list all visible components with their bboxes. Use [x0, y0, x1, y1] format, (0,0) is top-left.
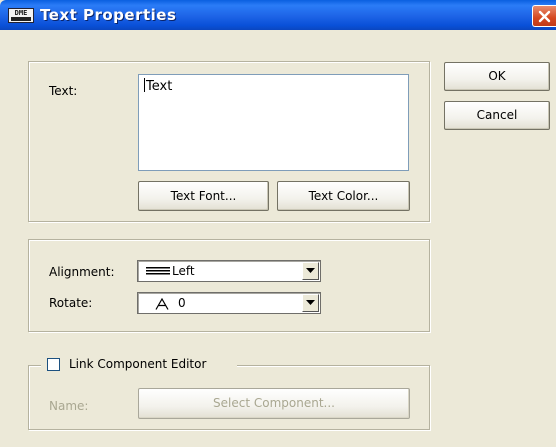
rotate-label: Rotate:	[49, 296, 93, 310]
text-font-button[interactable]: Text Font...	[138, 181, 269, 211]
ok-button[interactable]: OK	[444, 62, 550, 91]
alignment-select[interactable]: Left	[137, 260, 321, 282]
text-caret	[144, 78, 145, 92]
text-input[interactable]: Text	[138, 74, 409, 171]
close-icon	[538, 10, 551, 23]
app-icon-text: DME	[14, 9, 28, 17]
text-color-button-label: Text Color...	[308, 189, 379, 203]
chevron-down-icon	[306, 300, 315, 305]
align-left-icon	[146, 267, 170, 275]
ok-button-label: OK	[488, 69, 506, 83]
window-title: Text Properties	[40, 6, 177, 24]
select-component-button-label: Select Component...	[213, 396, 335, 410]
rotate-value: 0	[178, 296, 186, 310]
text-value: Text	[146, 79, 173, 94]
rotate-a-icon	[155, 298, 169, 310]
layout-group	[28, 239, 430, 332]
link-component-checkbox[interactable]	[47, 358, 60, 371]
rotate-select[interactable]: 0	[137, 292, 321, 314]
alignment-value: Left	[172, 264, 195, 278]
select-component-button[interactable]: Select Component...	[138, 388, 410, 419]
rotate-dropdown-button[interactable]	[302, 294, 319, 312]
text-label: Text:	[49, 84, 78, 98]
cancel-button-label: Cancel	[476, 108, 518, 122]
link-component-label[interactable]: Link Component Editor	[69, 357, 206, 371]
alignment-label: Alignment:	[49, 265, 115, 279]
alignment-dropdown-button[interactable]	[302, 262, 319, 280]
title-bar[interactable]: DME Text Properties	[0, 0, 556, 30]
close-button[interactable]	[532, 5, 556, 27]
text-font-button-label: Text Font...	[170, 189, 237, 203]
cancel-button[interactable]: Cancel	[444, 101, 550, 130]
name-label: Name:	[49, 399, 89, 413]
chevron-down-icon	[306, 268, 315, 273]
text-color-button[interactable]: Text Color...	[277, 181, 410, 211]
app-icon: DME	[8, 8, 34, 23]
